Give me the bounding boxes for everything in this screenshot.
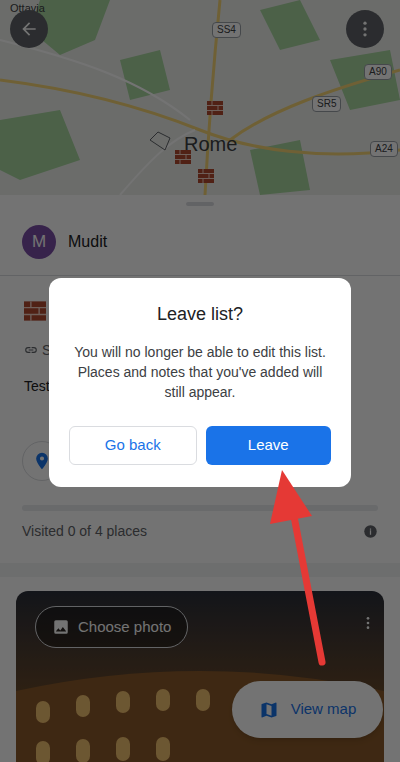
dialog-buttons: Go backLeave xyxy=(69,426,331,465)
dialog-message: You will no longer be able to edit this … xyxy=(69,342,331,402)
leave-list-dialog: Leave list? You will no longer be able to… xyxy=(49,278,351,487)
annotation-arrow-icon xyxy=(260,466,340,666)
dialog-title: Leave list? xyxy=(157,302,243,326)
go-back-button[interactable]: Go back xyxy=(69,426,197,465)
screen: OttaviaSS4A90SR5A24RomeMMuditSTestVisite… xyxy=(0,0,400,762)
leave-button[interactable]: Leave xyxy=(206,426,332,465)
